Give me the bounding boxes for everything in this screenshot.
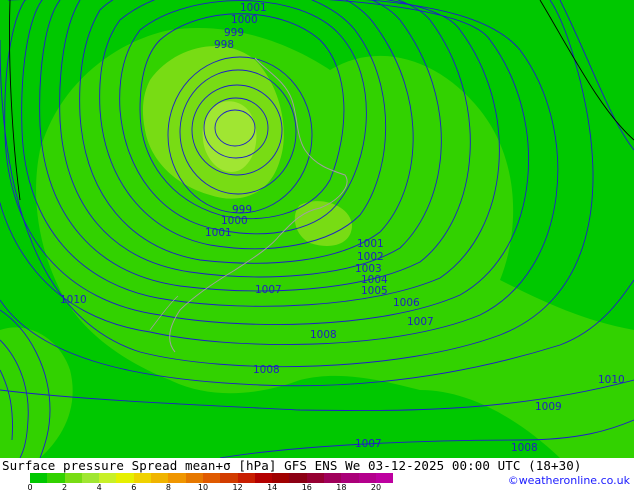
color-swatch — [30, 473, 48, 483]
contour-label: 1000 — [231, 14, 258, 26]
color-scale-tick-label: 14 — [267, 483, 278, 492]
contour-label: 1000 — [221, 215, 248, 227]
color-scale-tick-label: 4 — [96, 483, 102, 492]
color-swatch — [254, 473, 273, 483]
contour-label: 1007 — [355, 438, 382, 450]
contour-label: 1001 — [205, 227, 232, 239]
color-swatch — [168, 473, 186, 483]
color-swatch — [202, 473, 221, 483]
contour-label: 1009 — [535, 401, 562, 413]
pressure-spread-map: 1001 1000 999 998 999 1000 1001 1001 100… — [0, 0, 634, 458]
contour-label: 1010 — [60, 294, 87, 306]
color-swatch — [289, 473, 307, 483]
color-swatch — [64, 473, 82, 483]
color-swatch — [151, 473, 169, 483]
color-swatch — [81, 473, 100, 483]
contour-label: 1008 — [253, 364, 280, 376]
contour-label: 1007 — [255, 284, 282, 296]
color-scale-tick-label: 18 — [336, 483, 347, 492]
contour-label: 1007 — [407, 316, 434, 328]
contour-label: 1006 — [393, 297, 420, 309]
color-scale-tick-label: 12 — [232, 483, 243, 492]
contour-label: 998 — [214, 39, 234, 51]
map-title: Surface pressure Spread mean+σ [hPa] GFS… — [2, 458, 582, 473]
color-swatch — [375, 473, 394, 483]
color-scale-tick-label: 10 — [197, 483, 209, 492]
color-swatch — [133, 473, 152, 483]
color-swatch — [341, 473, 359, 483]
contour-label: 1005 — [361, 285, 388, 297]
color-swatch — [99, 473, 117, 483]
map-footer: Surface pressure Spread mean+σ [hPa] GFS… — [0, 458, 634, 492]
color-swatch — [324, 473, 342, 483]
contour-label: 999 — [224, 27, 244, 39]
color-scale-tick-label: 6 — [131, 483, 137, 492]
color-swatch — [220, 473, 238, 483]
color-swatch — [237, 473, 255, 483]
color-swatch — [185, 473, 203, 483]
contour-label: 1010 — [598, 374, 625, 386]
color-swatch — [47, 473, 65, 483]
contour-label: 1008 — [511, 442, 538, 454]
color-scale-tick-label: 2 — [62, 483, 68, 492]
color-scale-bar — [30, 473, 394, 483]
color-swatch — [358, 473, 376, 483]
color-swatch — [116, 473, 134, 483]
contour-label: 1001 — [240, 2, 267, 14]
color-scale-tick-label: 16 — [301, 483, 312, 492]
contour-label: 1001 — [357, 238, 384, 250]
color-swatch — [272, 473, 290, 483]
site-credit: ©weatheronline.co.uk — [507, 474, 630, 487]
contour-label: 1008 — [310, 329, 337, 341]
color-swatch — [306, 473, 325, 483]
color-scale-tick-label: 8 — [165, 483, 171, 492]
color-scale-tick-label: 0 — [27, 483, 33, 492]
color-scale-tick-label: 20 — [370, 483, 382, 492]
contour-label: 1002 — [357, 251, 384, 263]
